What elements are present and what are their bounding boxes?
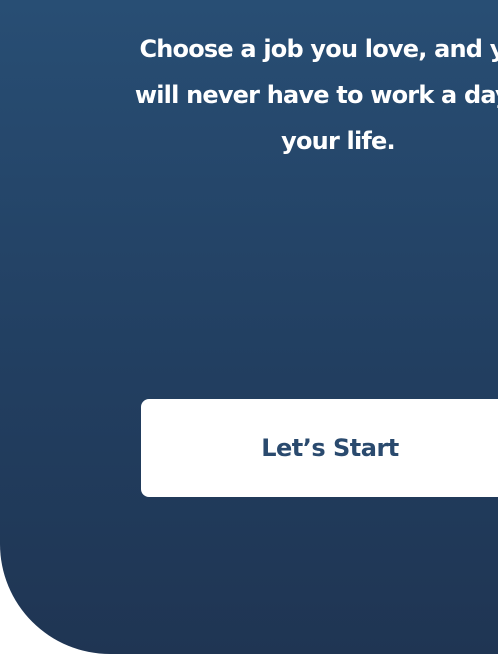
motivational-quote: Choose a job you love, and you will neve…	[134, 35, 498, 155]
welcome-panel: Choose a job you love, and you will neve…	[0, 0, 498, 654]
start-button[interactable]: Let’s Start	[141, 399, 498, 497]
start-button-label: Let’s Start	[261, 434, 399, 462]
